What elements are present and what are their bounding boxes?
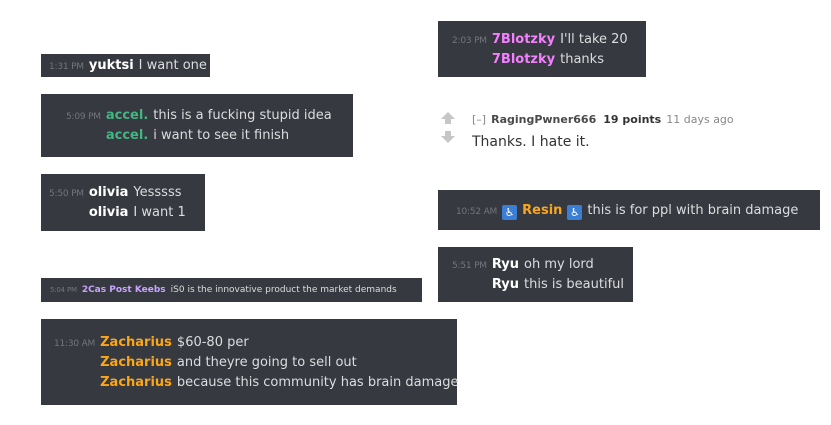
message-text: I'll take 20 [560, 31, 628, 47]
username[interactable]: Ryu [492, 277, 519, 292]
reddit-comment: [–] RagingPwner666 19 points 11 days ago Th… [440, 108, 740, 154]
chat-line: 5:50 PM olivia I want 1 [49, 205, 197, 220]
message-text: $60-80 per [176, 334, 249, 350]
username[interactable]: 2Cas Post Keebs [82, 285, 166, 295]
comment-body: Thanks. I hate it. [472, 134, 590, 150]
chat-line: 10:52 AM ♿ Resin ♿ this is for ppl with … [456, 202, 812, 220]
message-text: because this community has brain damage [176, 374, 459, 390]
wheelchair-icon: ♿ [567, 204, 583, 220]
message-text: I want 1 [133, 205, 186, 220]
username[interactable]: 7Blotzky [492, 32, 555, 47]
username[interactable]: 7Blotzky [492, 52, 555, 67]
comment-header: [–] RagingPwner666 19 points 11 days ago [472, 113, 734, 126]
chat-line: 2:03 PM 7Blotzky thanks [452, 52, 638, 67]
username[interactable]: Ryu [492, 257, 519, 272]
comment-author[interactable]: RagingPwner666 [491, 113, 596, 126]
vote-controls [440, 112, 456, 143]
timestamp: 5:50 PM [49, 189, 84, 199]
chat-line: 5:09 PM accel. this is a fucking stupid … [66, 108, 345, 123]
message-text: this is for ppl with brain damage [587, 202, 799, 218]
username[interactable]: yuktsi [89, 58, 134, 73]
chat-line: 5:09 PM accel. i want to see it finish [66, 128, 345, 143]
wheelchair-icon: ♿ [502, 204, 518, 220]
message-text: oh my lord [524, 257, 594, 272]
chat-line: 1:31 PM yuktsi I want one [49, 58, 207, 73]
chat-line: 5:04 PM 2Cas Post Keebs iS0 is the innov… [50, 285, 414, 295]
timestamp: 11:30 AM [54, 338, 96, 349]
timestamp: 5:51 PM [452, 261, 487, 271]
message-text: I want one [138, 58, 207, 73]
chat-box-yuktsi: 1:31 PM yuktsi I want one [41, 54, 210, 77]
chat-line: 5:50 PM olivia Yesssss [49, 185, 197, 200]
chat-box-zacharius: 11:30 AM Zacharius $60-80 per 11:30 AM Z… [41, 319, 458, 405]
message-text: thanks [560, 51, 604, 67]
username[interactable]: Zacharius [100, 335, 172, 350]
chat-box-7blotzky: 2:03 PM 7Blotzky I'll take 20 2:03 PM 7B… [438, 21, 646, 77]
chat-line: 5:51 PM Ryu oh my lord [452, 257, 625, 272]
username[interactable]: accel. [106, 128, 148, 143]
comment-points: 19 points [603, 113, 662, 126]
timestamp: 10:52 AM [456, 206, 498, 217]
chat-box-ryu: 5:51 PM Ryu oh my lord 5:51 PM Ryu this … [438, 247, 633, 302]
comment-age: 11 days ago [666, 113, 734, 126]
downvote-arrow-icon[interactable] [441, 131, 455, 143]
username[interactable]: accel. [106, 108, 148, 123]
chat-box-olivia: 5:50 PM olivia Yesssss 5:50 PM olivia I … [41, 174, 205, 231]
timestamp: 5:04 PM [50, 286, 77, 294]
timestamp: 5:09 PM [66, 112, 101, 122]
upvote-arrow-icon[interactable] [441, 112, 455, 124]
message-text: this is beautiful [524, 277, 624, 292]
username[interactable]: olivia [89, 205, 129, 220]
timestamp: 1:31 PM [49, 62, 84, 72]
username[interactable]: Resin [522, 203, 562, 218]
collapse-toggle[interactable]: [–] [472, 113, 486, 126]
chat-line: 5:51 PM Ryu this is beautiful [452, 277, 625, 292]
message-text: and theyre going to sell out [176, 354, 357, 370]
chat-line: 11:30 AM Zacharius $60-80 per [54, 335, 449, 350]
timestamp: 2:03 PM [452, 35, 487, 46]
message-text: Yesssss [133, 185, 182, 200]
username[interactable]: olivia [89, 185, 129, 200]
message-text: i want to see it finish [153, 128, 290, 143]
chat-line: 2:03 PM 7Blotzky I'll take 20 [452, 32, 638, 47]
chat-box-2cas: 5:04 PM 2Cas Post Keebs iS0 is the innov… [41, 278, 422, 302]
username[interactable]: Zacharius [100, 375, 172, 390]
message-text: iS0 is the innovative product the market… [170, 285, 397, 295]
chat-line: 11:30 AM Zacharius and theyre going to s… [54, 355, 449, 370]
username[interactable]: Zacharius [100, 355, 172, 370]
chat-box-accel: 5:09 PM accel. this is a fucking stupid … [41, 94, 353, 157]
message-text: this is a fucking stupid idea [153, 108, 332, 123]
chat-box-resin: 10:52 AM ♿ Resin ♿ this is for ppl with … [438, 190, 820, 230]
chat-line: 11:30 AM Zacharius because this communit… [54, 375, 458, 390]
